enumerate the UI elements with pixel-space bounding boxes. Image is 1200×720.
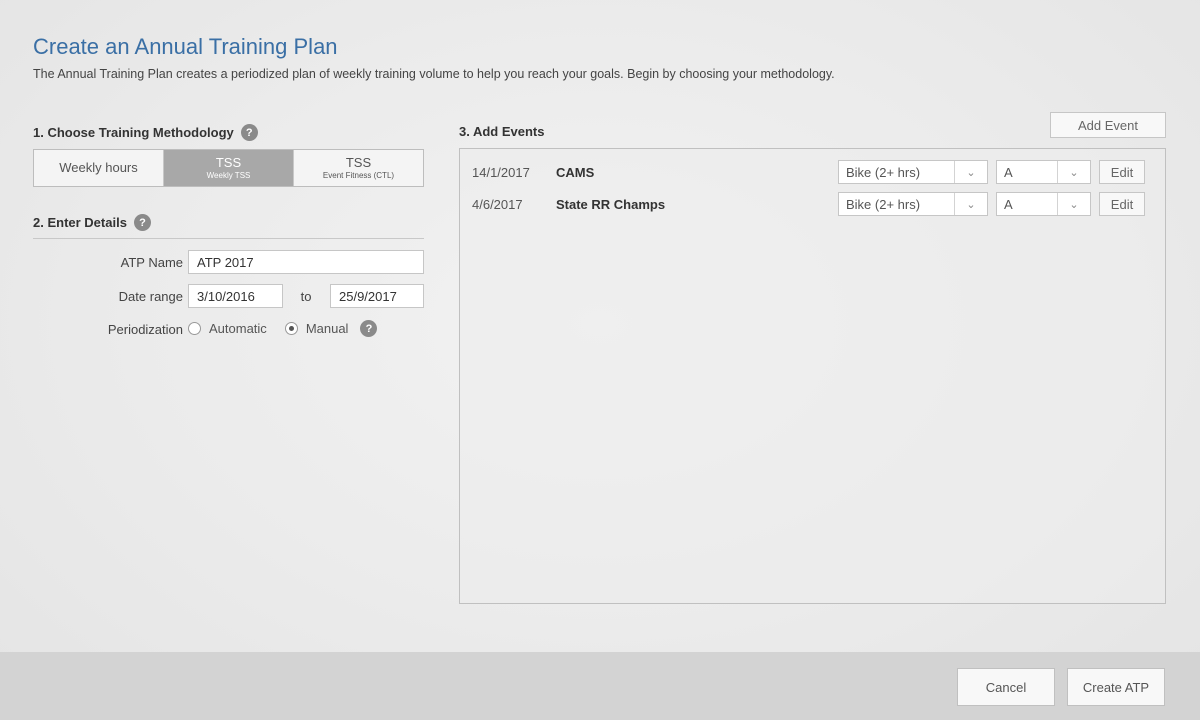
- help-icon[interactable]: ?: [133, 214, 151, 231]
- periodization-manual-label: Manual: [305, 321, 349, 336]
- event-priority-select[interactable]: A ⌄: [996, 192, 1091, 216]
- method-event-fitness-sublabel: Event Fitness (CTL): [322, 171, 395, 180]
- help-icon[interactable]: ?: [240, 124, 258, 141]
- event-edit-button[interactable]: Edit: [1099, 160, 1145, 184]
- methodology-toggle: Weekly hours TSS Weekly TSS TSS Event Fi…: [33, 149, 424, 187]
- details-section-label: 2. Enter Details ?: [33, 214, 151, 231]
- details-label: 2. Enter Details: [33, 215, 127, 230]
- event-name: CAMS: [556, 164, 595, 180]
- dialog-footer: Cancel Create ATP: [0, 652, 1200, 720]
- event-type-select[interactable]: Bike (2+ hrs) ⌄: [838, 192, 988, 216]
- chevron-down-icon: ⌄: [954, 161, 987, 183]
- date-to-label: to: [300, 289, 312, 304]
- events-label: 3. Add Events: [459, 124, 545, 139]
- page-subtitle: The Annual Training Plan creates a perio…: [33, 67, 835, 81]
- date-range-label: Date range: [118, 289, 183, 304]
- event-edit-button[interactable]: Edit: [1099, 192, 1145, 216]
- method-event-fitness-label: TSS: [345, 155, 372, 170]
- methodology-section-label: 1. Choose Training Methodology ?: [33, 124, 258, 141]
- event-priority-select[interactable]: A ⌄: [996, 160, 1091, 184]
- help-icon[interactable]: ?: [360, 320, 378, 337]
- methodology-label: 1. Choose Training Methodology: [33, 125, 234, 140]
- periodization-radio-group: Automatic Manual ?: [188, 320, 378, 337]
- events-section-label: 3. Add Events: [459, 124, 544, 139]
- add-event-button[interactable]: Add Event: [1050, 112, 1166, 138]
- method-weekly-hours-button[interactable]: Weekly hours: [34, 150, 164, 186]
- date-start-input[interactable]: [188, 284, 283, 308]
- periodization-label: Periodization: [107, 322, 183, 337]
- method-weekly-tss-label: TSS: [215, 155, 242, 170]
- event-priority-value: A: [1004, 164, 1013, 180]
- event-type-select[interactable]: Bike (2+ hrs) ⌄: [838, 160, 988, 184]
- event-priority-value: A: [1004, 196, 1013, 212]
- page-title: Create an Annual Training Plan: [33, 34, 338, 59]
- method-weekly-tss-sublabel: Weekly TSS: [206, 171, 251, 180]
- event-row: 4/6/2017 State RR Champs Bike (2+ hrs) ⌄…: [460, 191, 1165, 217]
- atp-name-input[interactable]: [188, 250, 424, 274]
- details-divider: [33, 238, 424, 239]
- periodization-manual-radio[interactable]: [284, 322, 298, 335]
- date-end-input[interactable]: [330, 284, 424, 308]
- chevron-down-icon: ⌄: [1057, 161, 1090, 183]
- chevron-down-icon: ⌄: [1057, 193, 1090, 215]
- event-type-value: Bike (2+ hrs): [846, 196, 921, 212]
- create-atp-button[interactable]: Create ATP: [1067, 668, 1165, 706]
- method-weekly-hours-label: Weekly hours: [59, 160, 138, 175]
- event-type-value: Bike (2+ hrs): [846, 164, 921, 180]
- method-weekly-tss-button[interactable]: TSS Weekly TSS: [164, 150, 294, 186]
- event-name: State RR Champs: [556, 196, 666, 212]
- method-event-fitness-button[interactable]: TSS Event Fitness (CTL): [294, 150, 423, 186]
- periodization-automatic-radio[interactable]: [188, 322, 201, 335]
- chevron-down-icon: ⌄: [954, 193, 987, 215]
- events-list: 14/1/2017 CAMS Bike (2+ hrs) ⌄ A ⌄ Edit …: [459, 148, 1166, 604]
- atp-name-label: ATP Name: [120, 255, 183, 270]
- event-row: 14/1/2017 CAMS Bike (2+ hrs) ⌄ A ⌄ Edit: [460, 159, 1165, 185]
- periodization-automatic-label: Automatic: [209, 321, 267, 336]
- cancel-button[interactable]: Cancel: [957, 668, 1055, 706]
- event-date: 14/1/2017: [472, 164, 530, 180]
- event-date: 4/6/2017: [472, 196, 523, 212]
